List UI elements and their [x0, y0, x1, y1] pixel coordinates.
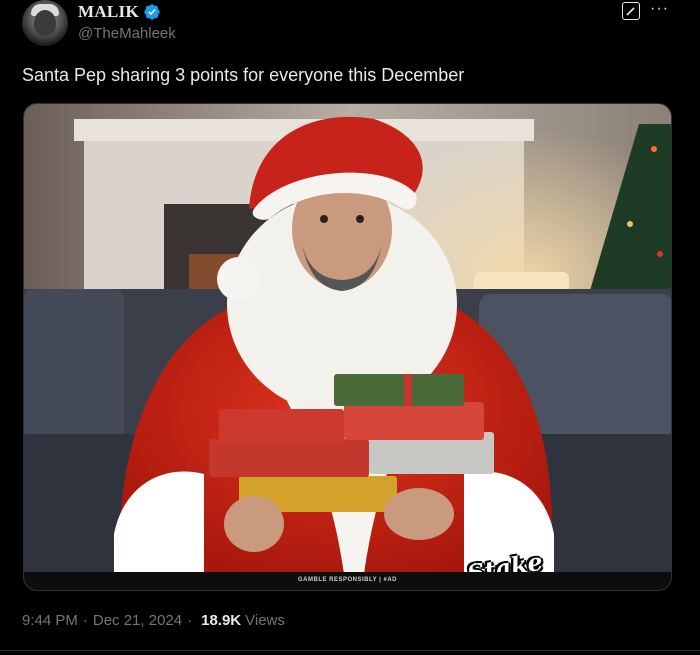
ad-disclaimer-bar: GAMBLE RESPONSIBLY | #AD: [24, 572, 671, 590]
avatar-face: [34, 10, 56, 36]
more-icon[interactable]: ···: [650, 0, 669, 18]
avatar[interactable]: [22, 0, 68, 46]
author-name-row: MALIK: [78, 2, 161, 22]
edit-icon: [626, 7, 635, 16]
divider: [0, 650, 700, 651]
edit-button[interactable]: [622, 2, 640, 20]
tweet-media-image[interactable]: Stake GAMBLE RESPONSIBLY | #AD: [23, 103, 672, 591]
tweet-meta: 9:44 PM · Dec 21, 2024 · 18.9K Views: [22, 612, 285, 629]
separator-dot: ·: [187, 612, 193, 629]
tweet-text: Santa Pep sharing 3 points for everyone …: [22, 65, 465, 85]
views-count: 18.9K: [201, 612, 242, 629]
santa-photo: [24, 104, 671, 590]
ad-disclaimer: GAMBLE RESPONSIBLY | #AD: [297, 577, 398, 583]
tweet-date[interactable]: Dec 21, 2024: [93, 612, 182, 629]
separator-dot: ·: [82, 612, 88, 629]
author-name[interactable]: MALIK: [78, 2, 139, 22]
tweet: MALIK @TheMahleek ··· Santa Pep sharing …: [0, 0, 700, 655]
tweet-time[interactable]: 9:44 PM: [22, 612, 78, 629]
views-label: Views: [245, 612, 285, 629]
verified-badge-icon: [144, 4, 160, 20]
author-handle[interactable]: @TheMahleek: [78, 25, 176, 42]
